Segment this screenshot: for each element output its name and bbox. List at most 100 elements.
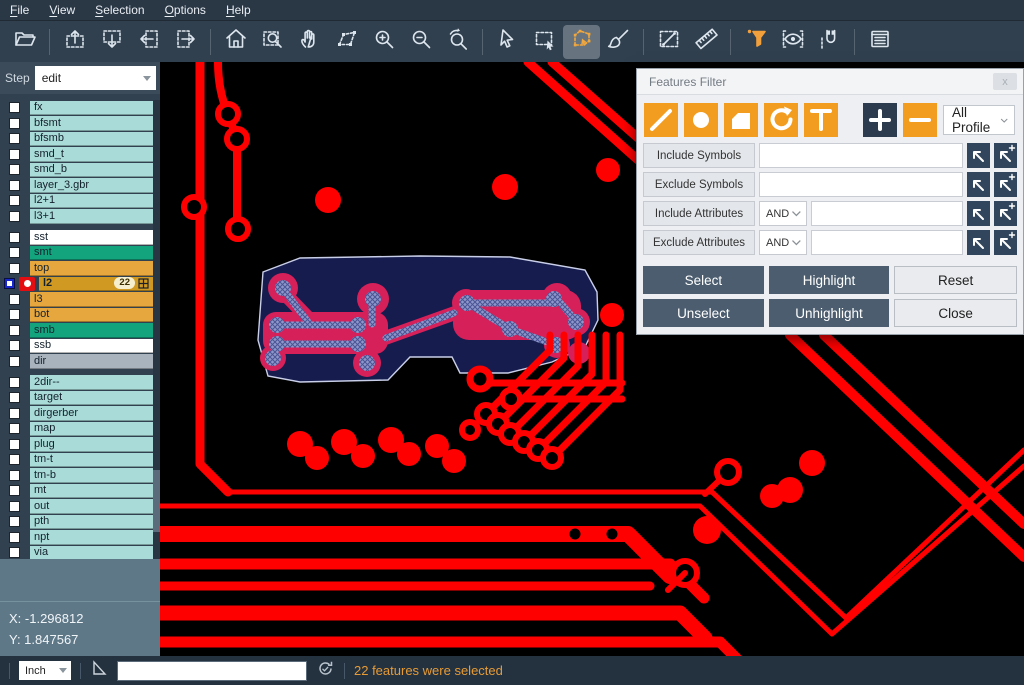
layer-checkbox[interactable] (9, 532, 20, 543)
layer-checkbox[interactable] (9, 294, 20, 305)
layer-name[interactable]: mt (30, 484, 153, 499)
layer-row-ssb[interactable]: ssb (0, 338, 153, 354)
pick-button[interactable] (967, 201, 990, 226)
layer-row-mt[interactable]: mt (0, 483, 153, 499)
layer-name[interactable]: npt (30, 530, 153, 545)
layer-checkbox[interactable] (9, 149, 20, 160)
rectangle-select-button[interactable] (526, 25, 563, 59)
shift-down-button[interactable] (93, 25, 130, 59)
layer-name[interactable]: l3+1 (30, 209, 153, 224)
layer-name[interactable]: 2dir-- (30, 375, 153, 390)
filter-input[interactable] (759, 172, 963, 197)
layer-name[interactable]: ssb (30, 339, 153, 354)
refresh-icon[interactable] (316, 659, 335, 683)
layer-row-top[interactable]: top (0, 261, 153, 277)
layer-row-out[interactable]: out (0, 499, 153, 515)
text-tool-button[interactable] (804, 103, 838, 137)
layer-name[interactable]: bfsmt (30, 116, 153, 131)
layer-row-l3[interactable]: l3 (0, 292, 153, 308)
layer-row-smb[interactable]: smb (0, 323, 153, 339)
layer-checkbox[interactable] (9, 133, 20, 144)
pan-hand-button[interactable] (291, 25, 328, 59)
angle-measure-icon[interactable] (90, 659, 108, 682)
layer-row-l3+1[interactable]: l3+1 (0, 209, 153, 225)
line-tool-button[interactable] (644, 103, 678, 137)
zoom-previous-button[interactable] (439, 25, 476, 59)
layer-name[interactable]: dir (30, 354, 153, 369)
filter-input[interactable] (811, 201, 963, 226)
layer-row-smd_b[interactable]: smd_b (0, 162, 153, 178)
arc-tool-button[interactable] (764, 103, 798, 137)
layer-row-pth[interactable]: pth (0, 514, 153, 530)
layer-checkbox[interactable] (9, 211, 20, 222)
layer-checkbox[interactable] (9, 408, 20, 419)
layer-checkbox[interactable] (9, 423, 20, 434)
layer-checkbox[interactable] (9, 195, 20, 206)
logic-select[interactable]: AND (759, 230, 807, 255)
menu-view[interactable]: View (49, 3, 75, 17)
layer-row-layer_3.gbr[interactable]: layer_3.gbr (0, 178, 153, 194)
close-icon[interactable]: x (993, 73, 1017, 90)
layer-name[interactable]: l222 (39, 277, 153, 292)
layer-name[interactable]: via (30, 546, 153, 561)
layer-row-tm-b[interactable]: tm-b (0, 468, 153, 484)
layer-row-bfsmt[interactable]: bfsmt (0, 116, 153, 132)
snap-magnet-button[interactable] (811, 25, 848, 59)
menu-help[interactable]: Help (226, 3, 251, 17)
filter-input[interactable] (759, 143, 963, 168)
layer-row-bfsmb[interactable]: bfsmb (0, 131, 153, 147)
layer-checkbox[interactable] (9, 118, 20, 129)
layer-checkbox[interactable] (9, 102, 20, 113)
layer-checkbox[interactable] (9, 325, 20, 336)
layers-panel-button[interactable] (861, 25, 898, 59)
unselect-button[interactable]: Unselect (643, 299, 764, 327)
layer-name[interactable]: l2+1 (30, 194, 153, 209)
open-folder-button[interactable] (6, 25, 43, 59)
close-button[interactable]: Close (894, 299, 1017, 327)
shift-up-button[interactable] (56, 25, 93, 59)
layer-name[interactable]: bot (30, 308, 153, 323)
home-view-button[interactable] (217, 25, 254, 59)
reset-button[interactable]: Reset (894, 266, 1017, 294)
layer-checkbox[interactable] (9, 356, 20, 367)
layer-name[interactable]: out (30, 499, 153, 514)
exclude-symbols-button[interactable]: Exclude Symbols (643, 172, 755, 197)
layer-checkbox[interactable] (9, 516, 20, 527)
layer-name[interactable]: tm-b (30, 468, 153, 483)
layer-checkbox[interactable] (9, 180, 20, 191)
layer-checkbox[interactable] (9, 263, 20, 274)
layer-checkbox[interactable] (9, 377, 20, 388)
scrollbar-thumb[interactable] (153, 470, 160, 532)
highlight-brush-button[interactable] (600, 25, 637, 59)
layer-row-dir[interactable]: dir (0, 354, 153, 370)
layer-name[interactable]: smd_t (30, 147, 153, 162)
layer-row-target[interactable]: target (0, 390, 153, 406)
layer-checkbox[interactable] (9, 164, 20, 175)
command-input[interactable] (117, 661, 307, 681)
layer-checkbox[interactable] (9, 392, 20, 403)
ruler-button[interactable] (687, 25, 724, 59)
pad-tool-button[interactable] (684, 103, 718, 137)
layer-row-plug[interactable]: plug (0, 437, 153, 453)
minus-tool-button[interactable] (903, 103, 937, 137)
layer-checkbox[interactable] (9, 485, 20, 496)
zoom-area-button[interactable] (254, 25, 291, 59)
visibility-eye-button[interactable] (774, 25, 811, 59)
layer-row-npt[interactable]: npt (0, 530, 153, 546)
layer-checkbox[interactable] (9, 547, 20, 558)
measure-line-button[interactable] (650, 25, 687, 59)
pick-add-button[interactable] (994, 201, 1017, 226)
pick-button[interactable] (967, 172, 990, 197)
layer-name[interactable]: plug (30, 437, 153, 452)
zoom-in-button[interactable] (365, 25, 402, 59)
step-select[interactable]: edit (35, 66, 156, 90)
layer-name[interactable]: top (30, 261, 153, 276)
menu-file[interactable]: File (10, 3, 29, 17)
polygon-select-button[interactable] (563, 25, 600, 59)
highlight-button[interactable]: Highlight (769, 266, 890, 294)
layer-row-sst[interactable]: sst (0, 230, 153, 246)
shift-right-button[interactable] (167, 25, 204, 59)
select-pointer-button[interactable] (489, 25, 526, 59)
layer-row-l2[interactable]: l222 (0, 276, 153, 292)
layer-row-tm-t[interactable]: tm-t (0, 452, 153, 468)
